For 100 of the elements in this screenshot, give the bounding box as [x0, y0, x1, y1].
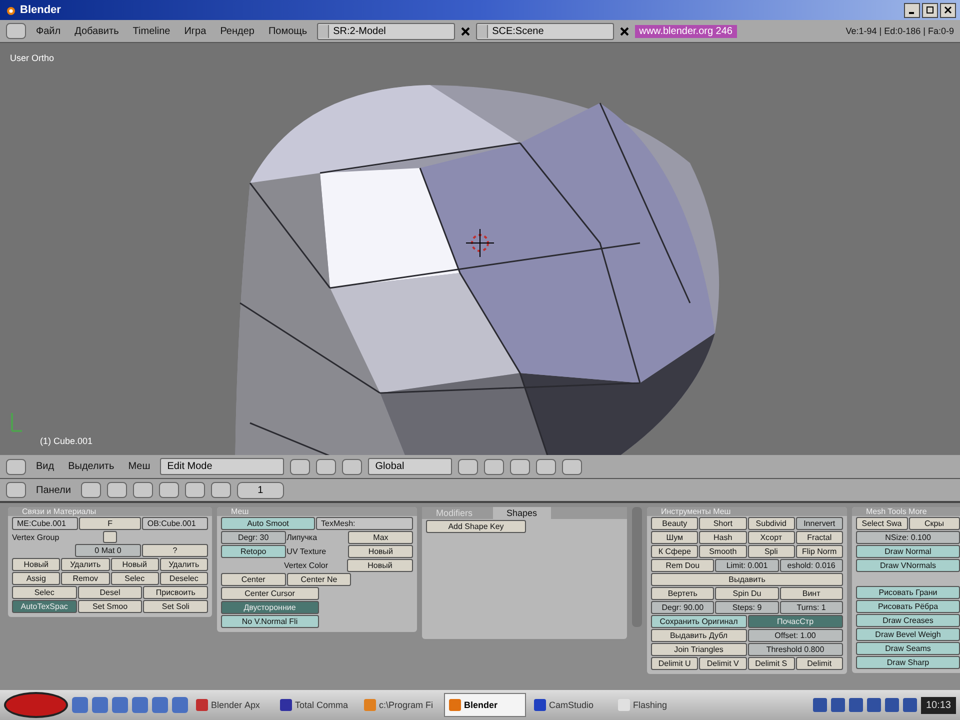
toggle-button[interactable]: Draw Bevel Weigh — [856, 628, 960, 641]
button[interactable]: Spin Du — [715, 587, 779, 600]
button[interactable]: F — [78, 517, 142, 530]
number-field[interactable]: eshold: 0.016 — [780, 559, 843, 572]
number-field[interactable]: Threshold 0.800 — [748, 643, 843, 656]
button[interactable]: Delimit U — [651, 657, 698, 670]
toggle-button[interactable]: Draw Creases — [856, 614, 960, 627]
number-field[interactable]: Degr: 90.00 — [651, 601, 714, 614]
toggle-button[interactable]: Сохранить Оригинал — [651, 615, 746, 628]
button[interactable]: Мах — [348, 531, 414, 544]
number-field[interactable]: Steps: 9 — [715, 601, 779, 614]
button[interactable]: Flip Norm — [796, 545, 843, 558]
button[interactable]: Hash — [699, 531, 746, 544]
button[interactable]: Винт — [780, 587, 843, 600]
number-field[interactable]: NSize: 0.100 — [856, 531, 960, 544]
toggle-button[interactable]: ПочасСтр — [748, 615, 843, 628]
button[interactable]: Center — [221, 573, 286, 586]
button[interactable]: Set Smoo — [78, 600, 142, 613]
toggle-button[interactable]: Рисовать Грани — [856, 586, 960, 599]
button[interactable]: Удалить — [160, 558, 208, 571]
button[interactable]: ? — [142, 544, 208, 557]
toggle-button[interactable]: Retopo — [221, 545, 286, 558]
button[interactable]: Selec — [110, 572, 159, 585]
text-field[interactable]: TexMesh: — [316, 517, 413, 530]
toggle-button[interactable]: Draw Normal — [856, 545, 960, 558]
button[interactable]: Center Cursor — [221, 587, 318, 600]
minimize-icon[interactable] — [904, 2, 920, 18]
frame-field[interactable]: 1 — [236, 482, 284, 498]
menu-item[interactable]: Timeline — [128, 26, 174, 36]
taskbar-button[interactable]: CamStudio — [530, 694, 610, 716]
button[interactable]: Delimit V — [699, 657, 746, 670]
menu-item[interactable]: Помощь — [264, 26, 312, 36]
button[interactable]: Center Ne — [286, 573, 352, 586]
close-icon[interactable] — [940, 2, 956, 18]
toggle-button[interactable]: Рисовать Рёбра — [856, 600, 960, 613]
mode-selector[interactable]: Edit Mode — [160, 458, 284, 475]
website-link[interactable]: www.blender.org 246 — [635, 24, 736, 38]
number-field[interactable]: Innervert — [796, 517, 843, 530]
button[interactable]: Delimit S — [748, 657, 795, 670]
button[interactable]: Select Swa — [856, 517, 908, 530]
button[interactable]: Smooth — [699, 545, 746, 558]
button[interactable]: Новый — [110, 558, 159, 571]
button[interactable]: Вертеть — [651, 587, 714, 600]
toggle-button[interactable]: Draw Sharp — [856, 656, 960, 669]
toggle-button[interactable]: No V.Normal Fli — [221, 615, 318, 628]
button[interactable]: Fractal — [796, 531, 843, 544]
button[interactable]: Присвоить — [143, 586, 208, 599]
button[interactable]: К Сфере — [651, 545, 698, 558]
number-field[interactable]: Turns: 1 — [780, 601, 843, 614]
button[interactable]: Скры — [908, 517, 960, 530]
toggle-button[interactable]: Draw Seams — [856, 642, 960, 655]
button[interactable]: Rem Dou — [651, 559, 714, 572]
button[interactable]: Selec — [12, 586, 77, 599]
taskbar-button[interactable]: Total Comma — [276, 694, 356, 716]
scene-selector[interactable]: SCE:Scene — [476, 22, 614, 40]
menu-item[interactable]: Вид — [32, 461, 58, 472]
button[interactable]: Add Shape Key — [426, 520, 526, 533]
toggle-button[interactable]: AutoTexSpac — [12, 600, 77, 613]
button[interactable]: Шум — [651, 531, 698, 544]
button[interactable]: Выдавить Дубл — [651, 629, 746, 642]
button[interactable]: Beauty — [651, 517, 698, 530]
taskbar-button[interactable]: Flashing — [614, 694, 694, 716]
button[interactable]: Новый — [347, 559, 413, 572]
toggle-button[interactable]: Двусторонние — [221, 601, 318, 614]
menu-item[interactable]: Файл — [32, 26, 65, 36]
button[interactable]: Новый — [348, 545, 414, 558]
button[interactable]: Выдавить — [651, 573, 843, 586]
taskbar-button[interactable]: Blender — [444, 693, 526, 717]
number-field[interactable]: Limit: 0.001 — [715, 559, 779, 572]
button[interactable]: Desel — [78, 586, 142, 599]
button[interactable]: Join Triangles — [651, 643, 746, 656]
number-field[interactable]: Offset: 1.00 — [748, 629, 843, 642]
text-field[interactable]: OB:Cube.001 — [142, 517, 208, 530]
taskbar-button[interactable]: Blender Арх — [192, 694, 272, 716]
panel-tab[interactable]: Shapes — [492, 507, 552, 519]
menu-item[interactable]: Добавить — [70, 26, 123, 36]
maximize-icon[interactable] — [922, 2, 938, 18]
orientation-selector[interactable]: Global — [368, 458, 452, 475]
menu-item[interactable]: Игра — [180, 26, 210, 36]
panels-menu[interactable]: Панели — [32, 484, 75, 496]
number-field[interactable]: Degr: 30 — [221, 531, 286, 544]
menu-item[interactable]: Рендер — [216, 26, 258, 36]
menu-item[interactable]: Выделить — [64, 461, 118, 472]
toggle-button[interactable]: Draw VNormals — [856, 559, 960, 572]
taskbar-button[interactable]: c:\Program Fi — [360, 694, 440, 716]
button[interactable]: Delimit — [796, 657, 843, 670]
button[interactable]: Xсорт — [748, 531, 795, 544]
button[interactable]: Удалить — [61, 558, 110, 571]
toggle-button[interactable]: Auto Smoot — [221, 517, 315, 530]
number-field[interactable]: 0 Mat 0 — [75, 544, 141, 557]
menu-item[interactable]: Меш — [124, 461, 154, 472]
button[interactable]: Subdivid — [748, 517, 795, 530]
button[interactable]: Новый — [12, 558, 60, 571]
button[interactable]: Remov — [61, 572, 110, 585]
button[interactable]: Set Soli — [143, 600, 208, 613]
button[interactable]: Deselec — [160, 572, 208, 585]
button[interactable]: Spli — [748, 545, 795, 558]
screen-selector[interactable]: SR:2-Model — [317, 22, 456, 40]
button[interactable]: Assig — [12, 572, 60, 585]
button[interactable]: Short — [699, 517, 746, 530]
